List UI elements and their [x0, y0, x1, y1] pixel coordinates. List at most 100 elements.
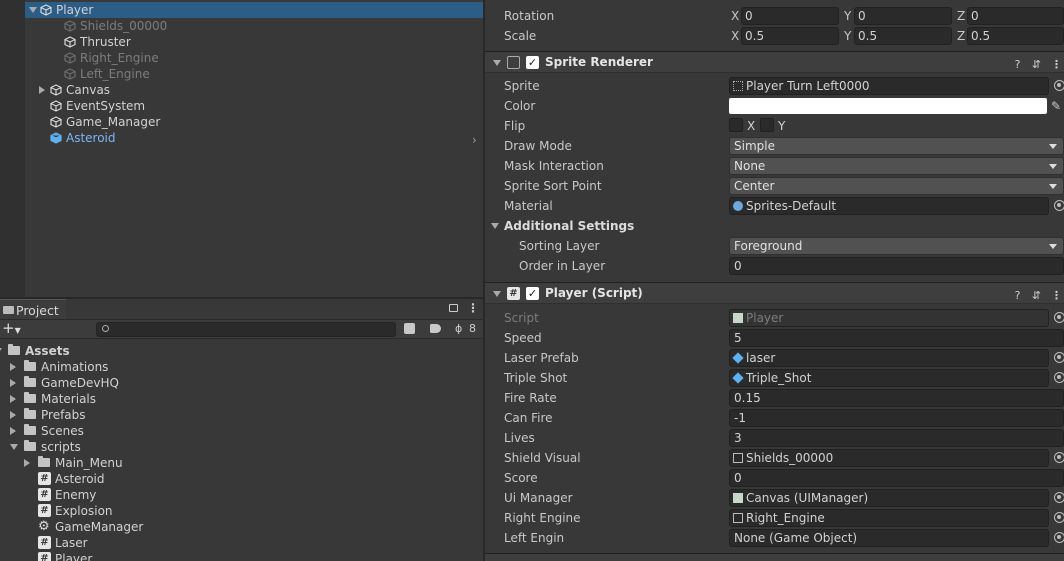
collapse-arrow-icon[interactable]: [10, 411, 16, 419]
folder-icon: [24, 392, 36, 403]
player-field-value[interactable]: -1: [729, 409, 1064, 427]
foldout-arrow-icon[interactable]: [493, 291, 501, 297]
scale-y-field[interactable]: 0.5: [854, 27, 952, 45]
player-field-row: Lives 3: [485, 428, 1064, 448]
player-field-value[interactable]: Shields_00000: [729, 449, 1049, 467]
player-field-row: Right Engine Right_Engine: [485, 508, 1064, 528]
project-tree-item[interactable]: scripts: [0, 439, 483, 455]
color-swatch[interactable]: [729, 98, 1047, 114]
player-field-value[interactable]: 3: [729, 429, 1064, 447]
help-icon[interactable]: ?: [1011, 285, 1024, 302]
sprite-renderer-header[interactable]: ✓ Sprite Renderer ? ⇵ ⋮: [485, 51, 1064, 73]
material-field[interactable]: Sprites-Default: [729, 197, 1049, 215]
player-field-row: Left Engin None (Game Object): [485, 528, 1064, 548]
chevron-right-icon[interactable]: ›: [472, 133, 477, 147]
project-tree-item[interactable]: # Explosion: [0, 503, 483, 519]
hierarchy-item[interactable]: Shields_00000: [25, 18, 483, 34]
project-tree-item[interactable]: ⚙ GameManager: [0, 519, 483, 535]
search-input[interactable]: [96, 322, 396, 337]
player-field-row: Fire Rate 0.15: [485, 388, 1064, 408]
flip-y-checkbox[interactable]: [760, 118, 774, 132]
scale-x-field[interactable]: 0.5: [741, 27, 839, 45]
project-tree-item[interactable]: # Player: [0, 551, 483, 561]
project-tree-item[interactable]: # Laser: [0, 535, 483, 551]
label-tag-icon[interactable]: [430, 324, 441, 333]
object-picker-icon[interactable]: [1054, 512, 1064, 523]
hierarchy-item[interactable]: Canvas: [25, 82, 483, 98]
eyedropper-icon[interactable]: ✎: [1051, 96, 1061, 116]
mask-interaction-dropdown[interactable]: None: [729, 157, 1064, 175]
player-field-value[interactable]: laser: [729, 349, 1049, 367]
filter-by-type-icon[interactable]: [404, 323, 415, 334]
player-field-value[interactable]: Triple_Shot: [729, 369, 1049, 387]
player-field-value[interactable]: 0.15: [729, 389, 1064, 407]
project-tree-item[interactable]: Scenes: [0, 423, 483, 439]
add-button[interactable]: +▼: [2, 320, 21, 339]
collapse-arrow-icon[interactable]: [39, 86, 45, 94]
player-field-value[interactable]: Right_Engine: [729, 509, 1049, 527]
object-picker-icon[interactable]: [1054, 80, 1064, 91]
rotation-y-field[interactable]: 0: [854, 7, 952, 25]
sprite-renderer-enabled-checkbox[interactable]: ✓: [526, 56, 539, 69]
hierarchy-item[interactable]: Asteroid: [25, 130, 483, 146]
player-field-value[interactable]: None (Game Object): [729, 529, 1049, 547]
draw-mode-dropdown[interactable]: Simple: [729, 137, 1064, 155]
presets-icon[interactable]: ⇵: [1030, 285, 1043, 302]
project-tree-item[interactable]: Animations: [0, 359, 483, 375]
next-component-header[interactable]: [485, 553, 1064, 561]
sprite-sort-point-dropdown[interactable]: Center: [729, 177, 1064, 195]
component-menu-icon[interactable]: ⋮: [1050, 285, 1063, 302]
object-picker-icon[interactable]: [1054, 372, 1064, 383]
rotation-x-field[interactable]: 0: [741, 7, 839, 25]
additional-settings-row[interactable]: Additional Settings: [485, 216, 1064, 236]
project-tree-item[interactable]: Main_Menu: [0, 455, 483, 471]
project-tree-item[interactable]: GameDevHQ: [0, 375, 483, 391]
project-tree-item[interactable]: Prefabs: [0, 407, 483, 423]
collapse-arrow-icon[interactable]: [10, 427, 16, 435]
hierarchy-item[interactable]: Left_Engine: [25, 66, 483, 82]
player-script-header[interactable]: # ✓ Player (Script) ? ⇵ ⋮: [485, 282, 1064, 304]
tab-project[interactable]: Project: [0, 299, 66, 319]
sprite-field[interactable]: Player Turn Left0000: [729, 77, 1049, 95]
project-tree-item[interactable]: Materials: [0, 391, 483, 407]
hierarchy-item[interactable]: Player: [25, 2, 483, 18]
flip-x-checkbox[interactable]: [729, 118, 743, 132]
collapse-arrow-icon[interactable]: [24, 459, 30, 467]
expand-arrow-icon[interactable]: [10, 444, 18, 450]
object-picker-icon[interactable]: [1054, 452, 1064, 463]
hierarchy-item[interactable]: Thruster: [25, 34, 483, 50]
object-picker-icon[interactable]: [1054, 532, 1064, 543]
collapse-arrow-icon[interactable]: [10, 379, 16, 387]
presets-icon[interactable]: ⇵: [1030, 54, 1043, 71]
player-field-value[interactable]: 5: [729, 329, 1064, 347]
object-picker-icon[interactable]: [1054, 312, 1064, 323]
scale-z-field[interactable]: 0.5: [967, 27, 1064, 45]
project-tree-item[interactable]: Assets: [0, 343, 483, 359]
collapse-arrow-icon[interactable]: [10, 395, 16, 403]
kebab-menu-icon[interactable]: ⋮: [467, 301, 479, 315]
collapse-arrow-icon[interactable]: [10, 363, 16, 371]
order-in-layer-field[interactable]: 0: [729, 257, 1064, 275]
player-field-value[interactable]: 0: [729, 469, 1064, 487]
foldout-arrow-icon[interactable]: [493, 60, 501, 66]
hierarchy-item[interactable]: EventSystem: [25, 98, 483, 114]
object-picker-icon[interactable]: [1054, 200, 1064, 211]
script-icon: #: [38, 504, 51, 517]
rotation-z-field[interactable]: 0: [967, 7, 1064, 25]
expand-arrow-icon[interactable]: [0, 348, 2, 354]
hierarchy-item[interactable]: Game_Manager: [25, 114, 483, 130]
object-picker-icon[interactable]: [1054, 352, 1064, 363]
player-script-enabled-checkbox[interactable]: ✓: [526, 287, 539, 300]
project-tree-item[interactable]: # Enemy: [0, 487, 483, 503]
lock-icon[interactable]: [449, 304, 458, 312]
object-picker-icon[interactable]: [1054, 492, 1064, 503]
component-menu-icon[interactable]: ⋮: [1050, 54, 1063, 71]
hierarchy-item[interactable]: Right_Engine: [25, 50, 483, 66]
help-icon[interactable]: ?: [1011, 54, 1024, 71]
project-tree-item[interactable]: # Asteroid: [0, 471, 483, 487]
hidden-packages-icon[interactable]: ϕ: [455, 322, 462, 335]
sorting-layer-dropdown[interactable]: Foreground: [729, 237, 1064, 255]
expand-arrow-icon[interactable]: [29, 7, 37, 13]
foldout-arrow-icon[interactable]: [491, 223, 499, 229]
player-field-value[interactable]: Canvas (UIManager): [729, 489, 1049, 507]
